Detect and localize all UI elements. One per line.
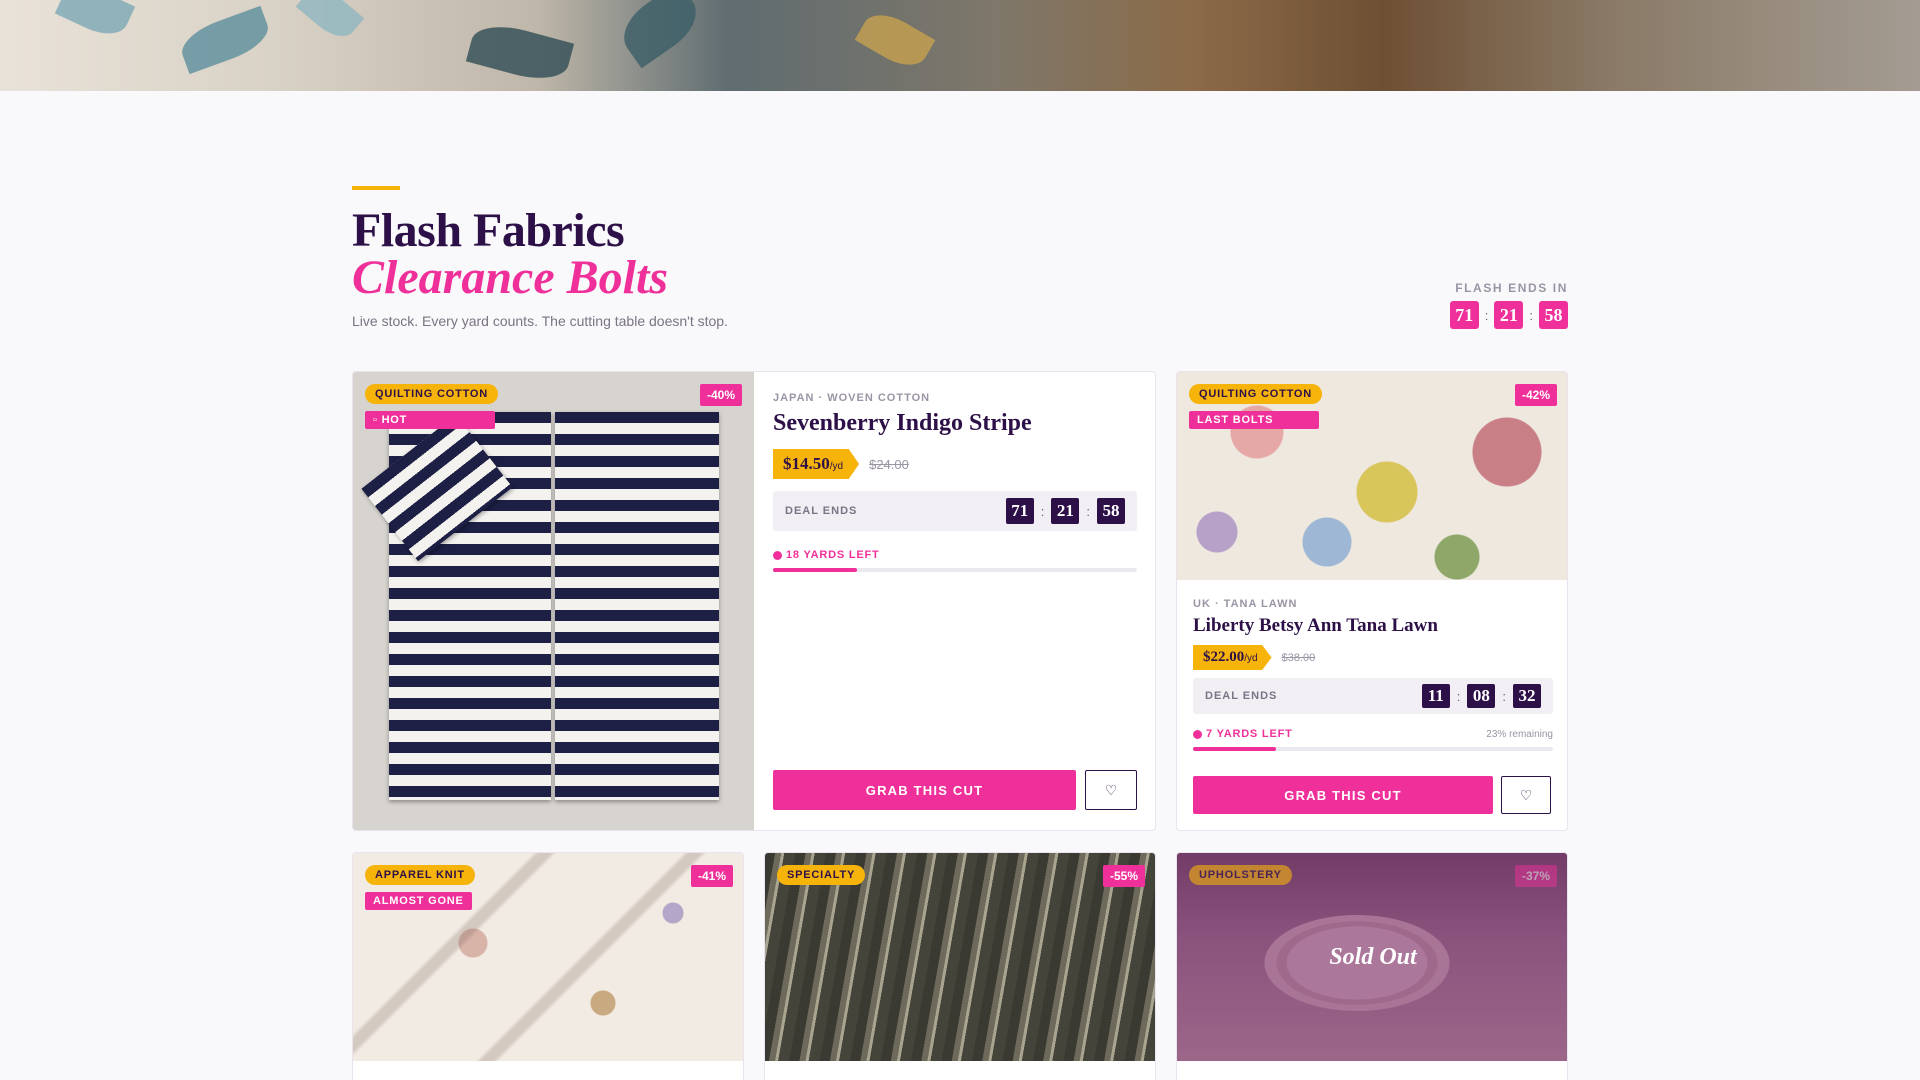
timer-separator: :	[1456, 688, 1461, 704]
stock-meter: 18 YARDS LEFT	[773, 549, 1137, 572]
discount-badge: -42%	[1514, 384, 1557, 406]
product-card-sold-out[interactable]: Sold Out UPHOLSTERY -37%	[1176, 852, 1568, 1080]
product-origin: UK · TANA LAWN	[1193, 598, 1298, 610]
discount-badge: -41%	[690, 865, 733, 887]
price-unit: /yd	[829, 461, 844, 472]
deal-seconds: 58	[1097, 498, 1125, 524]
last-bolts-badge: LAST BOLTS	[1189, 411, 1319, 429]
category-badge: QUILTING COTTON	[365, 384, 499, 404]
flash-timer: 71 : 21 : 58	[1449, 301, 1568, 329]
timer-separator: :	[1040, 503, 1045, 519]
product-name[interactable]: Liberty Betsy Ann Tana Lawn	[1193, 615, 1553, 637]
accent-bar	[352, 186, 400, 190]
flash-seconds: 58	[1539, 301, 1568, 329]
grab-cut-button[interactable]: GRAB THIS CUT	[773, 770, 1076, 810]
stock-dot	[1193, 729, 1202, 739]
timer-separator: :	[1529, 307, 1533, 323]
discount-badge: -37%	[1514, 865, 1557, 887]
sold-out-label: Sold Out	[1329, 943, 1417, 970]
product-image[interactable]: QUILTING COTTON ▫ HOT -40%	[353, 372, 754, 830]
category-badge: APPAREL KNIT	[365, 865, 475, 885]
stock-meter: 7 YARDS LEFT 23% remaining	[1193, 728, 1553, 751]
product-name[interactable]: Sevenberry Indigo Stripe	[773, 410, 1137, 437]
stock-progress-fill	[773, 568, 857, 572]
product-image[interactable]: SPECIALTY -55%	[765, 853, 1155, 1061]
product-details: UK · TANA LAWN Liberty Betsy Ann Tana La…	[1193, 598, 1553, 751]
deal-seconds: 32	[1513, 684, 1541, 708]
original-price: $38.00	[1281, 651, 1316, 664]
price-value: $14.50	[783, 454, 830, 473]
product-image[interactable]: APPAREL KNIT ALMOST GONE -41%	[353, 853, 743, 1061]
stock-remaining: 23% remaining	[1486, 728, 1553, 740]
product-origin: JAPAN · WOVEN COTTON	[773, 392, 931, 404]
sale-price: $14.50/yd	[773, 449, 860, 479]
deal-countdown: DEAL ENDS 11 : 08 : 32	[1193, 678, 1553, 714]
hero-banner	[0, 0, 1920, 91]
stock-dot	[773, 550, 782, 560]
discount-badge: -55%	[1102, 865, 1145, 887]
deal-timer: 71 : 21 : 58	[1005, 498, 1125, 524]
wishlist-button[interactable]: ♡	[1501, 776, 1551, 814]
stock-progress-track	[1193, 747, 1553, 751]
timer-separator: :	[1484, 307, 1489, 323]
wishlist-button[interactable]: ♡	[1085, 770, 1137, 810]
price-row: $22.00/yd $38.00	[1193, 645, 1553, 670]
price-unit: /yd	[1244, 653, 1258, 664]
page-subtitle: Live stock. Every yard counts. The cutti…	[352, 313, 728, 329]
product-card[interactable]: QUILTING COTTON LAST BOLTS -42% UK · TAN…	[1176, 371, 1568, 831]
deal-hours: 11	[1421, 684, 1450, 708]
product-details: JAPAN · WOVEN COTTON Sevenberry Indigo S…	[773, 392, 1137, 572]
flash-minutes: 21	[1494, 301, 1524, 329]
deal-label: DEAL ENDS	[785, 505, 858, 517]
flash-countdown: FLASH ENDS IN 71 : 21 : 58	[1449, 281, 1568, 329]
category-badge: SPECIALTY	[777, 865, 866, 885]
category-badge: UPHOLSTERY	[1189, 865, 1292, 885]
discount-badge: -40%	[699, 384, 742, 406]
featured-product-card[interactable]: QUILTING COTTON ▫ HOT -40% JAPAN · WOVEN…	[352, 371, 1156, 831]
price-value: $22.00	[1203, 649, 1245, 665]
deal-timer: 11 : 08 : 32	[1421, 684, 1541, 708]
deal-minutes: 21	[1051, 498, 1080, 524]
heart-icon: ♡	[1104, 781, 1118, 798]
stock-status: 7 YARDS LEFT	[1193, 728, 1293, 740]
fabric-swatch	[555, 412, 719, 800]
heart-icon: ♡	[1519, 786, 1533, 803]
deal-hours: 71	[1005, 498, 1034, 524]
product-image[interactable]: Sold Out UPHOLSTERY -37%	[1177, 853, 1567, 1061]
hot-label: HOT	[381, 414, 408, 426]
flash-hours: 71	[1449, 301, 1479, 329]
timer-separator: :	[1086, 503, 1090, 519]
deal-minutes: 08	[1467, 684, 1496, 708]
flame-icon: ▫	[373, 414, 382, 426]
almost-gone-badge: ALMOST GONE	[365, 892, 472, 910]
timer-separator: :	[1502, 688, 1506, 704]
stock-label: 18 YARDS LEFT	[786, 549, 880, 561]
stock-progress-track	[773, 568, 1137, 572]
product-card[interactable]: SPECIALTY -55%	[764, 852, 1156, 1080]
stock-status: 18 YARDS LEFT	[773, 549, 880, 561]
price-row: $14.50/yd $24.00	[773, 449, 1137, 479]
grab-cut-button[interactable]: GRAB THIS CUT	[1193, 776, 1493, 814]
hot-badge: ▫ HOT	[365, 411, 495, 429]
product-image[interactable]: QUILTING COTTON LAST BOLTS -42%	[1177, 372, 1567, 580]
deal-label: DEAL ENDS	[1205, 690, 1278, 702]
stock-label: 7 YARDS LEFT	[1206, 728, 1293, 740]
deal-countdown: DEAL ENDS 71 : 21 : 58	[773, 491, 1137, 531]
stock-progress-fill	[1193, 747, 1276, 751]
category-badge: QUILTING COTTON	[1189, 384, 1323, 404]
original-price: $24.00	[869, 456, 909, 472]
flash-label: FLASH ENDS IN	[1455, 281, 1568, 295]
page-title-accent: Clearance Bolts	[352, 251, 669, 304]
product-card[interactable]: APPAREL KNIT ALMOST GONE -41%	[352, 852, 744, 1080]
sale-price: $22.00/yd	[1193, 645, 1272, 670]
